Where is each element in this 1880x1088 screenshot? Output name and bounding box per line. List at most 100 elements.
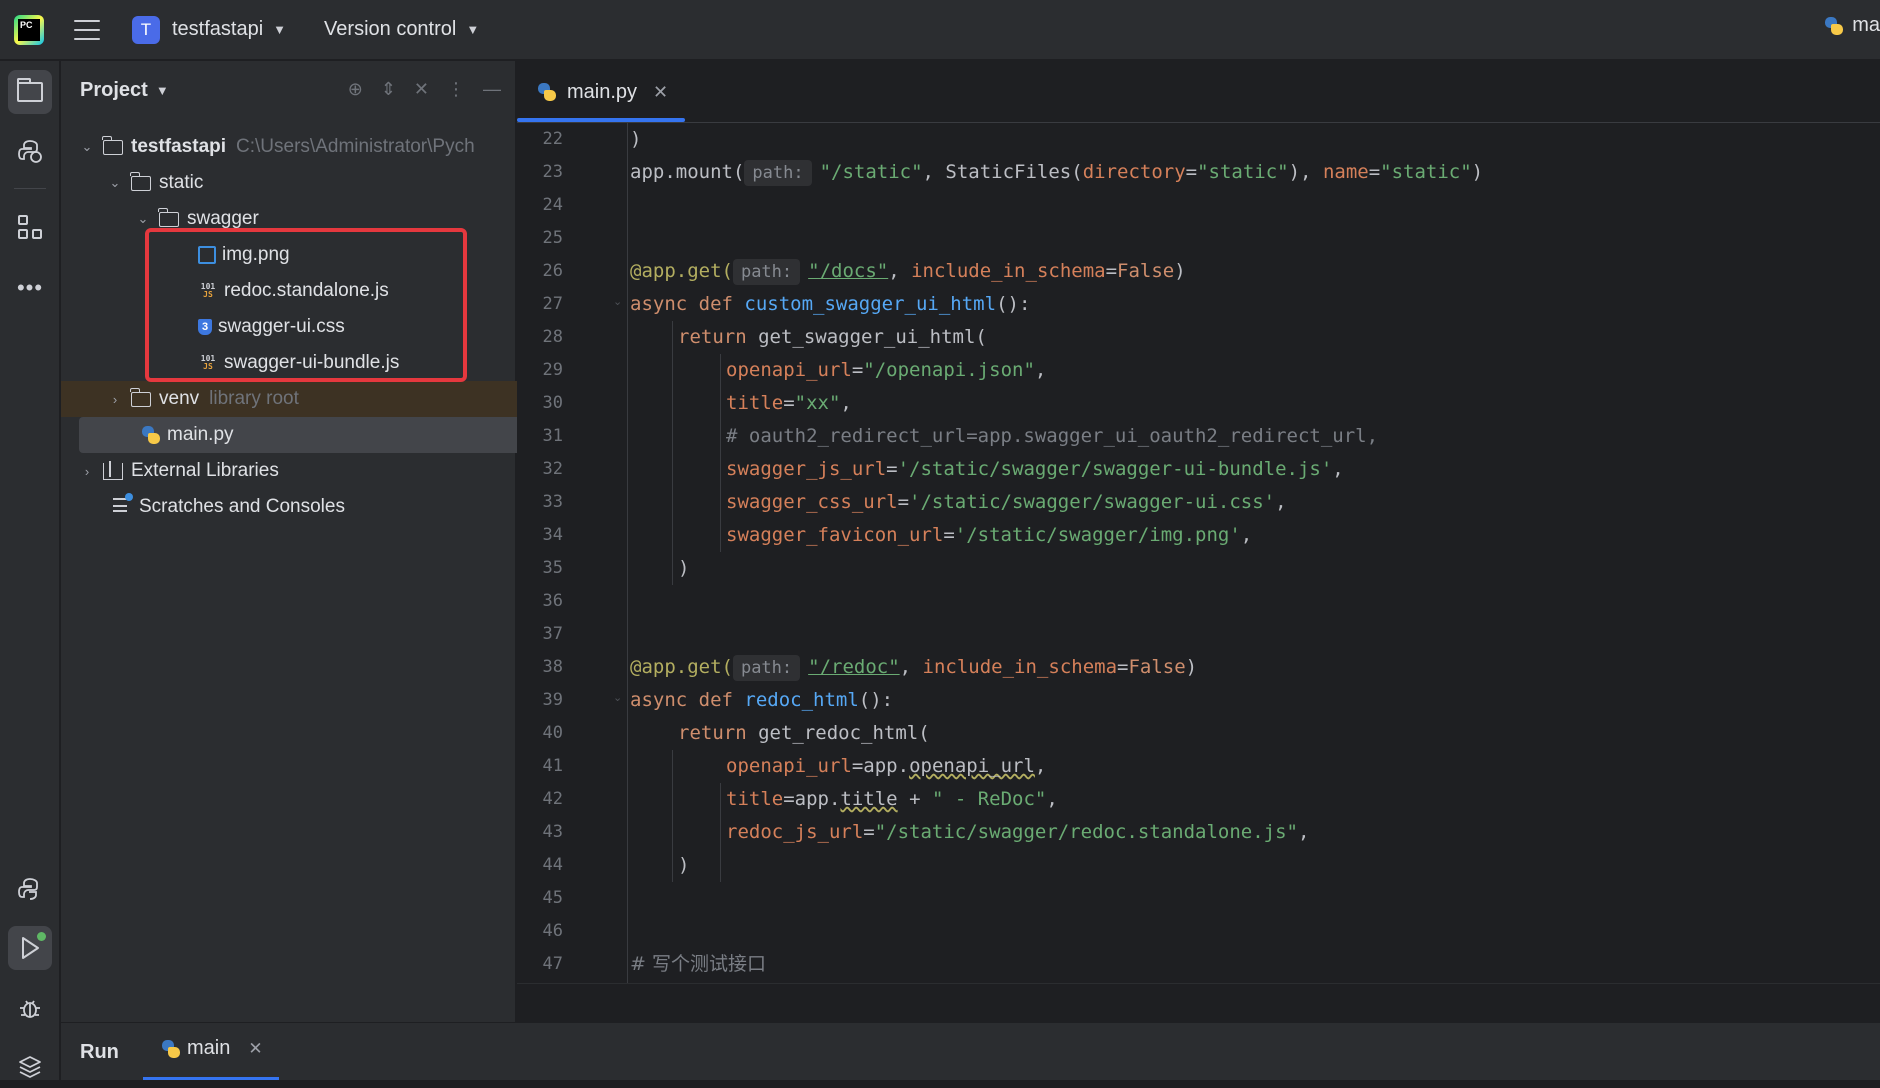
- code-line: redoc_js_url="/static/swagger/redoc.stan…: [726, 821, 1310, 843]
- debug-tool-button[interactable]: [8, 986, 52, 1030]
- line-number: 37: [542, 624, 563, 644]
- css-file-icon: 3: [198, 319, 212, 335]
- close-icon[interactable]: ✕: [653, 82, 668, 103]
- version-control-label: Version control: [324, 18, 457, 40]
- code-line: title=app.title + " - ReDoc",: [726, 788, 1058, 810]
- library-icon: [103, 460, 123, 480]
- tree-item-label: testfastapi: [131, 136, 227, 157]
- code-line: title="xx",: [726, 392, 852, 414]
- tree-item-external-libraries[interactable]: › External Libraries: [61, 453, 533, 489]
- collapse-all-icon[interactable]: ✕: [414, 79, 429, 100]
- project-panel-header[interactable]: Project ▼: [80, 79, 169, 102]
- code-line: swagger_js_url='/static/swagger/swagger-…: [726, 458, 1344, 480]
- run-config-name: ma: [1852, 14, 1880, 36]
- line-number: 27: [542, 294, 563, 314]
- line-number: 30: [542, 393, 563, 413]
- line-number: 22: [542, 129, 563, 149]
- tree-item-testfastapi[interactable]: ⌄ testfastapi C:\Users\Administrator\Pyc…: [61, 129, 533, 165]
- image-file-icon: [198, 246, 216, 264]
- python-packages-icon: [18, 140, 42, 163]
- tree-item-static[interactable]: ⌄ static: [61, 165, 561, 201]
- python-console-button[interactable]: [8, 867, 52, 911]
- tab-label: main.py: [567, 80, 638, 103]
- fold-marker-icon[interactable]: ⌄: [613, 295, 622, 308]
- line-number: 23: [542, 162, 563, 182]
- tree-item-label: swagger-ui-bundle.js: [224, 352, 400, 373]
- expand-all-icon[interactable]: ⇕: [381, 79, 396, 100]
- chevron-down-icon: ▼: [273, 22, 287, 37]
- code-line: openapi_url="/openapi.json",: [726, 359, 1047, 381]
- line-number: 24: [542, 195, 563, 215]
- python-file-icon: [141, 425, 161, 445]
- layers-icon: [19, 1056, 41, 1078]
- hide-icon[interactable]: —: [483, 79, 501, 100]
- editor-bottom-divider: [517, 983, 1880, 984]
- tree-item-label: venv: [159, 388, 200, 409]
- gutter-separator: [627, 123, 628, 983]
- tree-item-venv[interactable]: › venv library root: [61, 381, 561, 417]
- code-line: return get_redoc_html(: [678, 722, 930, 744]
- code-line: swagger_css_url='/static/swagger/swagger…: [726, 491, 1287, 513]
- run-tool-title: Run: [80, 1041, 119, 1063]
- chevron-down-icon[interactable]: ⌄: [79, 139, 95, 155]
- line-number: 40: [542, 723, 563, 743]
- code-line: @app.get(path: "/redoc", include_in_schem…: [630, 651, 1197, 684]
- run-configuration-selector[interactable]: ma: [1824, 14, 1880, 37]
- line-number: 29: [542, 360, 563, 380]
- tree-item-scratches[interactable]: Scratches and Consoles: [61, 489, 567, 525]
- active-tab-indicator: [517, 118, 685, 122]
- pycharm-logo-icon: [14, 14, 44, 45]
- code-line: ): [630, 128, 642, 150]
- code-line: async def custom_swagger_ui_html():: [630, 293, 1031, 315]
- version-control-menu[interactable]: Version control ▼: [324, 18, 479, 41]
- bug-icon: [20, 1000, 40, 1018]
- editor-tab-bar: main.py ✕: [517, 61, 1880, 123]
- line-number: 41: [542, 756, 563, 776]
- fold-marker-icon[interactable]: ⌄: [613, 691, 622, 704]
- library-root-note: library root: [209, 388, 299, 409]
- tab-main-py[interactable]: main.py ✕: [537, 61, 668, 123]
- js-file-icon: 101 JS: [200, 282, 216, 299]
- chevron-right-icon[interactable]: ›: [79, 464, 95, 479]
- code-line: async def redoc_html():: [630, 689, 894, 711]
- js-file-icon: 101 JS: [200, 354, 216, 371]
- code-line: return get_swagger_ui_html(: [678, 326, 987, 348]
- chevron-down-icon: ▼: [155, 83, 169, 98]
- code-area[interactable]: ) app.mount(path: "/static", StaticFiles(…: [630, 123, 1880, 1022]
- options-icon[interactable]: ⋮: [447, 79, 465, 100]
- chevron-down-icon[interactable]: ⌄: [107, 175, 123, 191]
- python-icon: [1824, 16, 1844, 36]
- python-packages-button[interactable]: [8, 129, 52, 173]
- run-tool-button[interactable]: [8, 926, 52, 970]
- python-console-icon: [18, 878, 38, 900]
- python-icon: [161, 1039, 181, 1059]
- running-indicator: [37, 932, 46, 941]
- structure-icon: [18, 215, 42, 239]
- main-menu-icon[interactable]: [74, 19, 100, 40]
- chevron-right-icon[interactable]: ›: [107, 392, 123, 407]
- tree-item-swagger[interactable]: ⌄ swagger: [61, 201, 589, 237]
- folder-icon: [130, 387, 151, 407]
- tree-item-label: main.py: [167, 424, 234, 445]
- tab-run-main[interactable]: main ✕: [161, 1037, 263, 1060]
- chevron-down-icon[interactable]: ⌄: [135, 211, 151, 227]
- editor-area: main.py ✕ 22 23 24 25 26 27 28 29 30 31 …: [517, 61, 1880, 1022]
- tree-item-label: swagger: [187, 208, 259, 229]
- tree-item-label: static: [159, 172, 204, 193]
- structure-tool-button[interactable]: [8, 205, 52, 249]
- project-panel: Project ▼ ⊕ ⇕ ✕ ⋮ — ⌄ testfastapi C:\Use…: [61, 61, 561, 1078]
- line-number: 45: [542, 888, 563, 908]
- code-line: swagger_favicon_url='/static/swagger/img…: [726, 524, 1253, 546]
- more-tools-button[interactable]: •••: [8, 266, 52, 310]
- tree-item-main-py[interactable]: main.py: [79, 417, 559, 453]
- project-switcher[interactable]: T testfastapi ▼: [132, 15, 287, 44]
- services-tool-button[interactable]: [8, 1044, 52, 1088]
- run-tab-label: main: [187, 1037, 231, 1059]
- locate-icon[interactable]: ⊕: [348, 79, 363, 100]
- close-icon[interactable]: ✕: [248, 1039, 262, 1059]
- project-badge: T: [132, 15, 160, 44]
- line-number: 42: [542, 789, 563, 809]
- tree-item-label: Scratches and Consoles: [139, 496, 345, 517]
- line-number-gutter: 22 23 24 25 26 27 28 29 30 31 32 33 34 3…: [517, 123, 627, 1022]
- project-tool-button[interactable]: [8, 70, 52, 114]
